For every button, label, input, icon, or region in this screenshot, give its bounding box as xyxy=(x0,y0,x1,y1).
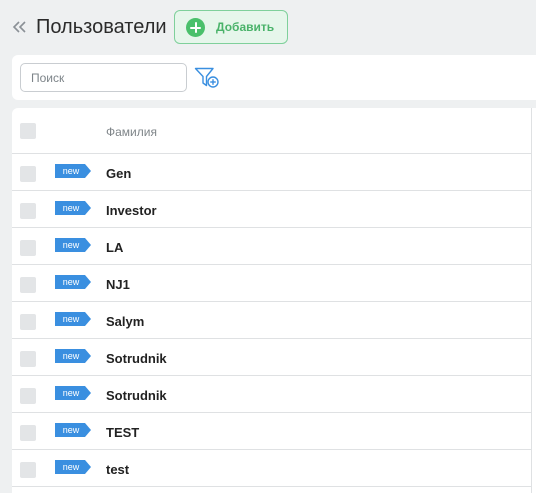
new-badge: new xyxy=(55,423,91,437)
new-badge-label: new xyxy=(62,203,80,213)
table-row[interactable]: new Sotrudnik xyxy=(12,339,532,376)
user-surname[interactable]: Gen xyxy=(106,166,131,181)
user-surname[interactable]: Investor xyxy=(106,203,157,218)
row-checkbox[interactable] xyxy=(20,240,36,256)
table-header: Фамилия xyxy=(12,108,532,154)
user-surname[interactable]: Sotrudnik xyxy=(106,351,167,366)
user-surname[interactable]: test xyxy=(106,462,129,477)
new-badge-label: new xyxy=(62,388,80,398)
new-badge: new xyxy=(55,201,91,215)
user-surname[interactable]: Sotrudnik xyxy=(106,388,167,403)
row-checkbox[interactable] xyxy=(20,166,36,182)
user-surname[interactable]: LA xyxy=(106,240,123,255)
user-surname[interactable]: NJ1 xyxy=(106,277,130,292)
new-badge-label: new xyxy=(62,314,80,324)
new-badge: new xyxy=(55,460,91,474)
select-all-checkbox[interactable] xyxy=(20,123,36,139)
row-checkbox[interactable] xyxy=(20,203,36,219)
new-badge-label: new xyxy=(62,351,80,361)
row-checkbox[interactable] xyxy=(20,277,36,293)
new-badge-label: new xyxy=(62,277,80,287)
new-badge-label: new xyxy=(62,166,80,176)
new-badge-label: new xyxy=(62,462,80,472)
filter-add-icon[interactable] xyxy=(194,66,220,90)
page-header: Пользователи Добавить xyxy=(0,0,536,50)
new-badge: new xyxy=(55,312,91,326)
user-surname[interactable]: TEST xyxy=(106,425,139,440)
row-checkbox[interactable] xyxy=(20,425,36,441)
double-chevron-left-icon[interactable] xyxy=(11,19,27,35)
row-checkbox[interactable] xyxy=(20,388,36,404)
table-row[interactable]: new Sotrudnik xyxy=(12,376,532,413)
plus-circle-icon xyxy=(186,18,205,37)
new-badge: new xyxy=(55,238,91,252)
filter-bar xyxy=(12,55,536,100)
row-checkbox[interactable] xyxy=(20,351,36,367)
new-badge: new xyxy=(55,349,91,363)
add-button-label: Добавить xyxy=(216,20,275,34)
new-badge-label: new xyxy=(62,425,80,435)
table-row[interactable]: new Investor xyxy=(12,191,532,228)
table-row[interactable]: new NJ1 xyxy=(12,265,532,302)
table-row[interactable]: new TEST xyxy=(12,413,532,450)
table-row[interactable]: new LA xyxy=(12,228,532,265)
row-checkbox[interactable] xyxy=(20,314,36,330)
row-checkbox[interactable] xyxy=(20,462,36,478)
new-badge-label: new xyxy=(62,240,80,250)
new-badge: new xyxy=(55,386,91,400)
column-divider xyxy=(531,108,532,493)
table-row[interactable]: new Gen xyxy=(12,154,532,191)
column-header-surname[interactable]: Фамилия xyxy=(106,125,157,139)
search-input[interactable] xyxy=(20,63,187,92)
table-row[interactable]: new test xyxy=(12,450,532,487)
user-surname[interactable]: Salym xyxy=(106,314,144,329)
add-button[interactable]: Добавить xyxy=(174,10,288,44)
users-table: Фамилия new Gen new Investor new LA new NJ1 new S… xyxy=(12,108,536,493)
page-title: Пользователи xyxy=(36,16,167,38)
new-badge: new xyxy=(55,164,91,178)
new-badge: new xyxy=(55,275,91,289)
table-row[interactable]: new Salym xyxy=(12,302,532,339)
